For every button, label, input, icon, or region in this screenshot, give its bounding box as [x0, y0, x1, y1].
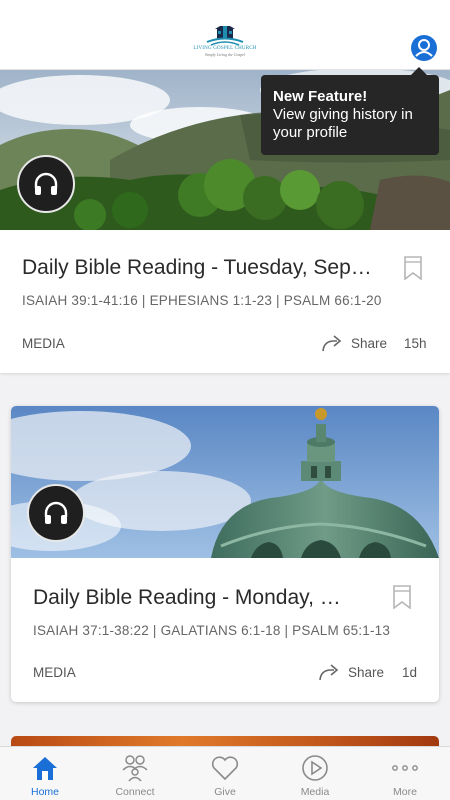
church-logo-icon	[206, 26, 244, 46]
card-scripture-refs: ISAIAH 37:1-38:22 | GALATIANS 6:1-18 | P…	[33, 623, 391, 638]
tooltip-title: New Feature!	[273, 88, 368, 105]
tab-media[interactable]: Media	[270, 747, 360, 800]
heart-icon	[210, 753, 240, 783]
tab-home[interactable]: Home	[0, 747, 90, 800]
logo-tagline: Simply Living the Gospel	[204, 52, 246, 57]
tab-label: Home	[30, 786, 59, 798]
bottom-tab-bar: Home Connect Give Media More	[0, 746, 450, 800]
tab-give[interactable]: Give	[180, 747, 270, 800]
people-icon	[120, 753, 150, 783]
share-label: Share	[351, 335, 388, 351]
app-header: LIVING GOSPEL CHURCH Simply Living the G…	[0, 0, 450, 70]
share-arrow-icon	[322, 335, 342, 352]
card-image-dome	[11, 406, 439, 558]
share-button[interactable]: Share	[318, 663, 384, 681]
headphones-icon	[34, 172, 58, 195]
app-screen: LIVING GOSPEL CHURCH Simply Living the G…	[0, 0, 450, 800]
tab-label: Media	[300, 786, 330, 798]
tab-connect[interactable]: Connect	[90, 747, 180, 800]
post-age: 1d	[402, 665, 418, 680]
audio-badge[interactable]	[17, 155, 75, 213]
tab-label: More	[393, 786, 417, 798]
card-title[interactable]: Daily Bible Reading - Monday, September	[33, 586, 353, 610]
card-scripture-refs: ISAIAH 39:1-41:16 | EPHESIANS 1:1-23 | P…	[22, 293, 382, 308]
feed-card[interactable]: Daily Bible Reading - Monday, September …	[11, 406, 439, 702]
church-logo: LIVING GOSPEL CHURCH Simply Living the G…	[188, 26, 262, 64]
share-arrow-icon	[319, 664, 339, 681]
card-category: MEDIA	[22, 336, 65, 351]
tooltip-body: View giving history in your profile	[273, 106, 413, 141]
headphones-icon	[44, 501, 68, 524]
audio-badge[interactable]	[27, 484, 85, 542]
person-icon	[415, 39, 433, 57]
more-icon	[390, 753, 420, 783]
share-button[interactable]: Share	[321, 334, 387, 352]
new-feature-tooltip[interactable]: New Feature! View giving history in your…	[261, 67, 439, 155]
tab-more[interactable]: More	[360, 747, 450, 800]
card-title[interactable]: Daily Bible Reading - Tuesday, September	[22, 256, 377, 280]
post-age: 15h	[404, 336, 427, 351]
bookmark-icon[interactable]	[392, 585, 412, 609]
play-icon	[300, 753, 330, 783]
share-label: Share	[348, 664, 385, 680]
bookmark-icon[interactable]	[403, 256, 423, 280]
tab-label: Connect	[115, 786, 155, 798]
home-icon	[30, 753, 60, 783]
card-category: MEDIA	[33, 665, 76, 680]
tab-label: Give	[214, 786, 236, 798]
profile-button[interactable]	[411, 35, 437, 61]
